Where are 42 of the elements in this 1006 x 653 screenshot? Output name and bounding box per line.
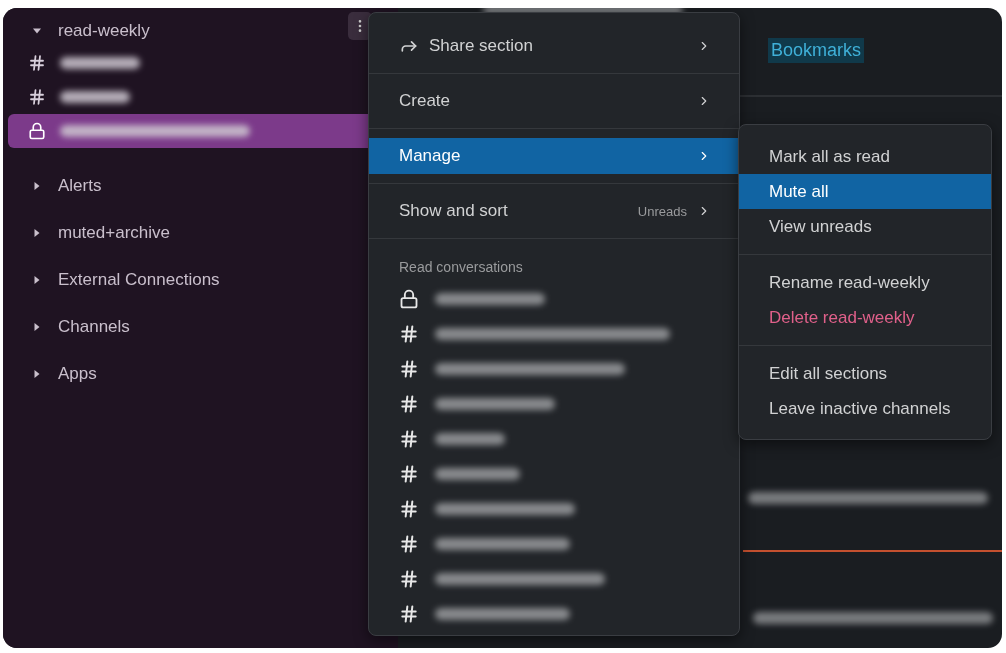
menu-item-hint: Unreads [637, 203, 687, 219]
caret-icon [33, 27, 41, 35]
bookmarks-link[interactable]: Bookmarks [768, 38, 865, 63]
menu-item[interactable]: Edit all sections [739, 356, 991, 391]
menu-item[interactable]: Mark all as read [739, 139, 991, 174]
hash-icon [399, 323, 419, 344]
blurred-text [60, 91, 130, 103]
hash-icon [399, 358, 419, 379]
section-label: External Connections [58, 269, 220, 290]
caret-icon [33, 322, 41, 331]
menu-item[interactable]: Leave inactive channels [739, 391, 991, 426]
sidebar-section[interactable]: Channels [3, 303, 398, 350]
menu-item[interactable]: Mute all [739, 174, 991, 209]
caret-icon [33, 181, 41, 190]
menu-item[interactable]: Rename read-weekly [739, 265, 991, 300]
hash-icon [399, 603, 419, 624]
hash-icon [28, 54, 46, 72]
blurred-text [435, 432, 505, 445]
caret-icon [33, 275, 41, 284]
section-label: read-weekly [58, 21, 150, 41]
sidebar-section[interactable]: Apps [3, 350, 398, 397]
hash-icon [399, 393, 419, 414]
lock-icon [28, 122, 46, 140]
section-heading: Read conversations [398, 258, 524, 277]
lock-icon [399, 288, 419, 309]
hash-icon [399, 533, 419, 554]
hash-icon [399, 568, 419, 589]
caret-icon [33, 369, 41, 378]
menu-item[interactable]: Create [369, 83, 739, 119]
section-label: muted+archive [58, 222, 170, 243]
section-label: Channels [58, 316, 130, 337]
caret-icon [33, 228, 41, 237]
sidebar-section[interactable]: External Connections [3, 256, 398, 303]
hash-icon [399, 463, 419, 484]
section-label: Apps [58, 363, 97, 384]
hash-icon [399, 498, 419, 519]
menu-item[interactable]: View unreads [739, 209, 991, 244]
menu-item[interactable]: Manage [369, 138, 739, 174]
section-label: Alerts [58, 175, 102, 196]
hash-icon [28, 88, 46, 106]
hash-icon [399, 428, 419, 449]
menu-item[interactable]: Delete read-weekly [739, 300, 991, 335]
